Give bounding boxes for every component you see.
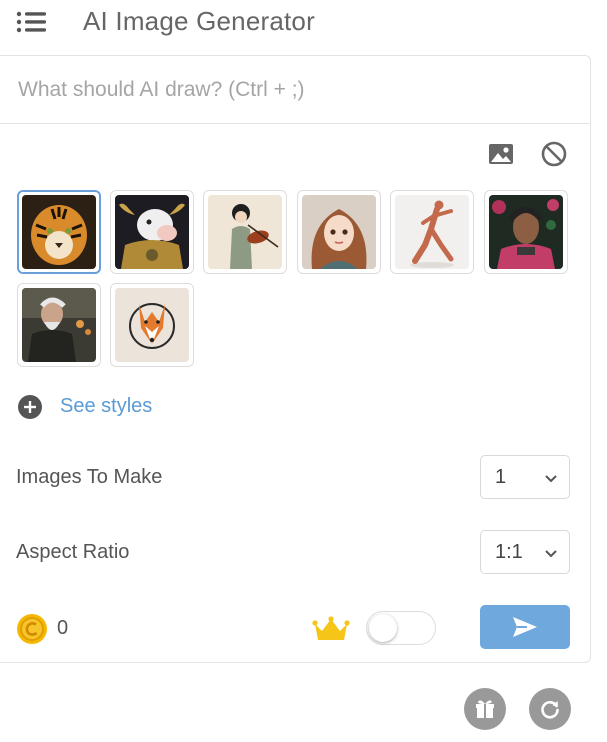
chevron-down-icon	[545, 475, 557, 483]
aspect-ratio-select[interactable]: 1:1	[480, 530, 570, 574]
style-thumbnail-dog-logo[interactable]	[110, 283, 194, 367]
app-title: AI Image Generator	[83, 6, 315, 36]
gift-button[interactable]	[464, 688, 506, 730]
coin-count: 0	[57, 617, 69, 639]
refresh-icon	[541, 701, 559, 719]
see-styles-label: See styles	[60, 395, 153, 417]
generator-panel: See styles Images To Make 1 Aspect Ratio…	[0, 55, 591, 663]
send-button[interactable]	[480, 605, 570, 649]
image-icon[interactable]	[487, 140, 515, 168]
send-icon	[513, 617, 537, 637]
header: AI Image Generator	[0, 0, 607, 50]
style-thumbnail-cyborg-woman[interactable]	[484, 190, 568, 274]
coin-icon	[17, 614, 47, 644]
toggle-knob	[369, 614, 397, 642]
chevron-down-icon	[545, 550, 557, 558]
crown-icon	[312, 616, 350, 640]
images-to-make-label: Images To Make	[16, 466, 163, 488]
aspect-ratio-value: 1:1	[495, 541, 523, 563]
style-thumbnail-old-man-painting[interactable]	[17, 283, 101, 367]
refresh-button[interactable]	[529, 688, 571, 730]
style-thumbnail-violinist[interactable]	[203, 190, 287, 274]
style-thumbnail-tiger[interactable]	[17, 190, 101, 274]
prompt-input[interactable]	[16, 74, 580, 106]
style-thumbnail-anime-girl[interactable]	[297, 190, 381, 274]
images-to-make-select[interactable]: 1	[480, 455, 570, 499]
premium-toggle[interactable]	[366, 611, 436, 645]
plus-circle-icon	[18, 395, 42, 419]
gift-icon	[476, 700, 494, 718]
style-thumbnail-robot-cow[interactable]	[110, 190, 194, 274]
prompt-area	[0, 56, 590, 124]
aspect-ratio-label: Aspect Ratio	[16, 541, 130, 563]
no-entry-icon[interactable]	[540, 140, 568, 168]
menu-list-icon[interactable]	[16, 10, 48, 34]
images-to-make-value: 1	[495, 466, 507, 488]
style-thumbnail-dancing-figure[interactable]	[390, 190, 474, 274]
